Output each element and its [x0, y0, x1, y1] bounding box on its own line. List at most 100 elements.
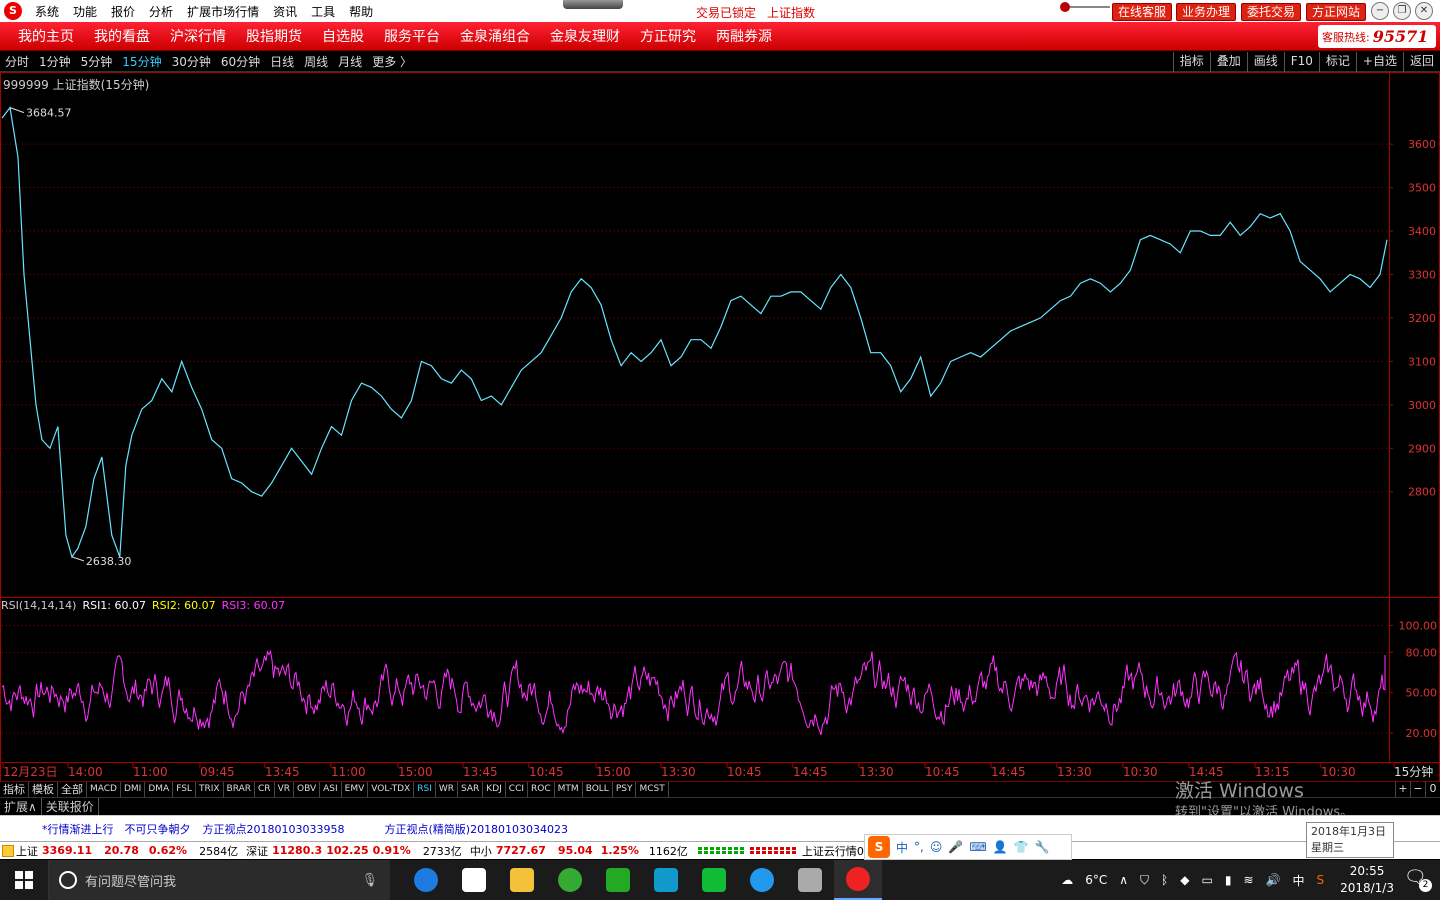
network-app-taskbar-icon[interactable] [786, 860, 834, 900]
store-taskbar-icon[interactable] [450, 860, 498, 900]
nav-my-watch[interactable]: 我的看盘 [84, 26, 160, 46]
indicator-tab-wr[interactable]: WR [436, 782, 458, 797]
period-tab-60min[interactable]: 60分钟 [216, 53, 265, 70]
wifi-icon[interactable]: ≋ [1243, 873, 1253, 887]
indicator-tab-mcst[interactable]: MCST [636, 782, 669, 797]
minimize-icon[interactable]: − [1371, 2, 1389, 20]
user-icon[interactable]: 👤 [993, 840, 1008, 854]
remove-window-button[interactable]: − [1410, 781, 1425, 797]
indicator-tab-dma[interactable]: DMA [145, 782, 174, 797]
battery-icon[interactable]: ▮ [1225, 873, 1232, 887]
f10-button[interactable]: F10 [1283, 52, 1319, 72]
cortana-search[interactable]: 有问题尽管问我 🎙 [48, 860, 390, 900]
chevron-up-icon[interactable]: ∧ [1119, 873, 1128, 887]
period-tab-weekly[interactable]: 周线 [299, 53, 333, 70]
action-center-button[interactable]: 🗨 2 [1404, 867, 1434, 893]
voice-icon[interactable]: 🎤 [948, 840, 963, 854]
indicator-button[interactable]: 指标 [1172, 52, 1210, 72]
nav-index-futures[interactable]: 股指期货 [236, 26, 312, 46]
weather-icon[interactable]: ☁ [1061, 873, 1073, 887]
volume-icon[interactable]: 🔊 [1266, 873, 1281, 887]
founder-website-button[interactable]: 方正网站 [1306, 3, 1367, 21]
restore-icon[interactable]: ❐ [1393, 2, 1411, 20]
period-tab-15min[interactable]: 15分钟 [117, 53, 166, 70]
draw-line-button[interactable]: 画线 [1246, 52, 1284, 72]
nav-portfolio[interactable]: 金泉涌组合 [450, 26, 540, 46]
indicator-tab-rsi[interactable]: RSI [414, 782, 436, 797]
menu-help[interactable]: 帮助 [342, 3, 380, 20]
indicator-tab-cci[interactable]: CCI [506, 782, 529, 797]
microphone-icon[interactable]: 🎙 [361, 873, 378, 888]
sogou-ime-icon[interactable]: S [868, 836, 890, 858]
period-tab-30min[interactable]: 30分钟 [167, 53, 216, 70]
green-app-taskbar-icon[interactable] [594, 860, 642, 900]
ie-taskbar-icon[interactable] [738, 860, 786, 900]
news-item[interactable]: 方正视点20180103033958 [203, 821, 345, 837]
menu-extended-market[interactable]: 扩展市场行情 [180, 3, 266, 20]
sogou-tray-icon[interactable]: S [1316, 873, 1324, 887]
kline-chart[interactable]: 3600 3500 3400 3300 3200 3100 3000 2900 2800 100… [0, 72, 1440, 782]
bluetooth-icon[interactable]: ᛒ [1161, 873, 1168, 887]
add-watchlist-button[interactable]: +自选 [1355, 52, 1403, 72]
display-icon[interactable]: ▭ [1201, 873, 1212, 887]
nav-sh-sz-market[interactable]: 沪深行情 [160, 26, 236, 46]
period-tab-5min[interactable]: 5分钟 [76, 53, 118, 70]
iqiyi-taskbar-icon[interactable] [690, 860, 738, 900]
indicator-tab-vol-tdx[interactable]: VOL-TDX [368, 782, 415, 797]
overlay-button[interactable]: 叠加 [1209, 52, 1247, 72]
indicator-tab-macd[interactable]: MACD [87, 782, 121, 797]
indicator-tab-mtm[interactable]: MTM [555, 782, 583, 797]
indicator-tab-psy[interactable]: PSY [613, 782, 637, 797]
nav-service-platform[interactable]: 服务平台 [374, 26, 450, 46]
menu-function[interactable]: 功能 [66, 3, 104, 20]
menu-news[interactable]: 资讯 [266, 3, 304, 20]
indicator-tab-brar[interactable]: BRAR [224, 782, 256, 797]
menu-system[interactable]: 系统 [28, 3, 66, 20]
close-icon[interactable]: ✕ [1415, 2, 1433, 20]
tools-icon[interactable]: 🔧 [1035, 840, 1050, 854]
related-quote-button[interactable]: 关联报价 [42, 797, 99, 815]
indicator-tab-trix[interactable]: TRIX [196, 782, 224, 797]
video-player-taskbar-icon[interactable] [642, 860, 690, 900]
founder-app-taskbar-icon[interactable] [834, 860, 882, 900]
indicator-tab-sar[interactable]: SAR [458, 782, 484, 797]
ticker-toggle-icon[interactable] [2, 844, 14, 857]
period-tab-monthly[interactable]: 月线 [333, 53, 367, 70]
indicator-tab-dmi[interactable]: DMI [121, 782, 146, 797]
indicator-tab-roc[interactable]: ROC [528, 782, 555, 797]
weather-temperature[interactable]: 6°C [1085, 873, 1107, 887]
period-tab-intraday[interactable]: 分时 [0, 53, 34, 70]
entrust-trade-button[interactable]: 委托交易 [1241, 3, 1302, 21]
input-language[interactable]: 中 [1292, 872, 1304, 889]
indicator-tab-kdj[interactable]: KDJ [483, 782, 506, 797]
emoji-icon[interactable]: ☺ [930, 840, 943, 854]
indicator-tab-vr[interactable]: VR [275, 782, 294, 797]
nav-margin-source[interactable]: 两融券源 [706, 26, 782, 46]
expand-button[interactable]: 扩展∧ [0, 797, 42, 815]
keyboard-icon[interactable]: ⌨ [969, 840, 986, 854]
indicator-tab-emv[interactable]: EMV [342, 782, 369, 797]
indicator-tab-fsl[interactable]: FSL [173, 782, 196, 797]
indicator-tab-obv[interactable]: OBV [294, 782, 321, 797]
indicator-tab--[interactable]: 指标 [0, 782, 29, 797]
clock[interactable]: 20:55 2018/1/3 [1340, 863, 1394, 897]
back-button[interactable]: 返回 [1402, 52, 1440, 72]
period-tab-more[interactable]: 更多 〉 [367, 53, 417, 70]
indicator-tab--[interactable]: 全部 [58, 782, 87, 797]
indicator-tab-asi[interactable]: ASI [320, 782, 342, 797]
start-button[interactable] [0, 860, 48, 900]
menu-quote[interactable]: 报价 [104, 3, 142, 20]
service-hotline[interactable]: 客服热线: 95571 [1318, 25, 1436, 48]
collapse-handle[interactable] [563, 0, 623, 9]
indicator-tab--[interactable]: 模板 [29, 782, 58, 797]
window-count[interactable]: 0 [1425, 781, 1440, 797]
news-item[interactable]: *行情渐进上行 不可只争朝夕 [42, 821, 191, 837]
nav-wealth[interactable]: 金泉友理财 [540, 26, 630, 46]
explorer-taskbar-icon[interactable] [498, 860, 546, 900]
ime-mode-label[interactable]: 中 [896, 839, 908, 856]
nav-research[interactable]: 方正研究 [630, 26, 706, 46]
period-tab-daily[interactable]: 日线 [265, 53, 299, 70]
menu-tools[interactable]: 工具 [304, 3, 342, 20]
indicator-tab-cr[interactable]: CR [255, 782, 275, 797]
ime-punct-label[interactable]: °, [914, 840, 924, 854]
